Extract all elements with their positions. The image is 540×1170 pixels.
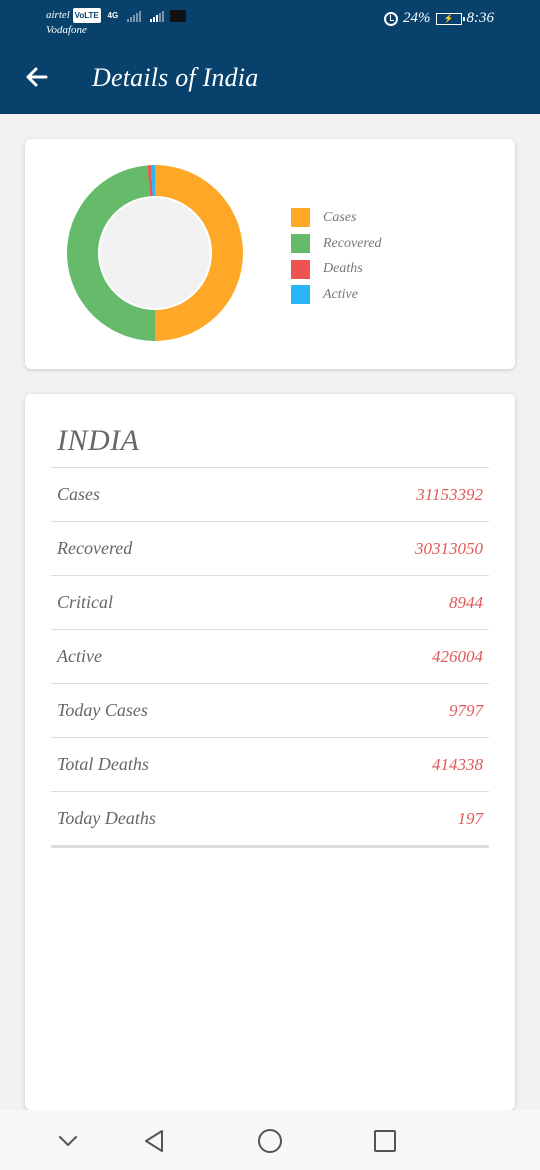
donut-hole <box>100 198 210 308</box>
legend-label: Active <box>323 286 358 302</box>
legend-swatch <box>291 208 310 228</box>
chart-legend: Cases Recovered Deaths Active <box>291 205 382 308</box>
notification-icon <box>170 9 187 22</box>
stat-row-today-deaths: Today Deaths 197 <box>51 792 489 848</box>
legend-label: Deaths <box>323 261 363 277</box>
country-name: INDIA <box>57 424 140 457</box>
status-bar-right: 24% ⚡ 8:36 <box>384 10 494 27</box>
carrier-2: Vodafone <box>46 24 87 37</box>
donut-chart <box>67 165 243 341</box>
stat-row-total-deaths: Total Deaths 414338 <box>51 738 489 792</box>
stat-label: Total Deaths <box>57 754 149 774</box>
legend-swatch <box>291 285 310 305</box>
legend-item-deaths: Deaths <box>291 256 382 282</box>
status-bar-carriers: airtel VoLTE 4G Vodafone <box>46 8 187 38</box>
chart-card: Cases Recovered Deaths Active <box>25 139 515 369</box>
stat-label: Cases <box>57 484 101 504</box>
stat-value: 426004 <box>432 646 483 666</box>
legend-item-cases: Cases <box>291 205 382 231</box>
battery-percent: 24% <box>403 10 431 26</box>
signal-1-icon <box>126 10 141 22</box>
stat-value: 31153392 <box>416 484 483 504</box>
network-type: 4G <box>107 11 119 20</box>
stat-value: 9797 <box>449 700 483 720</box>
app-bar: airtel VoLTE 4G Vodafone 24% ⚡ 8:36 Deta… <box>0 0 540 114</box>
stat-label: Today Deaths <box>57 808 156 828</box>
stat-row-recovered: Recovered 30313050 <box>51 522 489 576</box>
stat-row-today-cases: Today Cases 9797 <box>51 684 489 738</box>
chevron-down-icon[interactable] <box>55 1128 81 1154</box>
stat-row-critical: Critical 8944 <box>51 576 489 630</box>
legend-label: Cases <box>323 209 357 225</box>
stat-value: 414338 <box>432 754 483 774</box>
alarm-icon <box>384 11 398 26</box>
back-triangle-icon[interactable] <box>141 1128 167 1154</box>
battery-icon: ⚡ <box>435 12 465 25</box>
legend-label: Recovered <box>323 235 382 251</box>
stat-row-active: Active 426004 <box>51 630 489 684</box>
stat-label: Critical <box>57 592 114 612</box>
signal-2-icon <box>149 10 164 22</box>
volte-badge: VoLTE <box>72 8 101 23</box>
back-arrow-icon[interactable] <box>22 62 52 92</box>
stat-label: Today Cases <box>57 700 148 720</box>
system-nav-bar <box>0 1110 540 1170</box>
stat-value: 197 <box>457 808 484 828</box>
carrier-1: airtel <box>46 9 70 22</box>
home-circle-icon[interactable] <box>257 1128 283 1154</box>
legend-item-recovered: Recovered <box>291 231 382 257</box>
legend-swatch <box>291 259 310 279</box>
stat-value: 30313050 <box>415 538 483 558</box>
stats-list: Cases 31153392 Recovered 30313050 Critic… <box>51 467 489 848</box>
clock: 8:36 <box>466 10 495 26</box>
stats-card: INDIA Cases 31153392 Recovered 30313050 … <box>25 394 515 1110</box>
recents-square-icon[interactable] <box>372 1128 398 1154</box>
stat-label: Recovered <box>57 538 133 558</box>
stat-label: Active <box>57 646 102 666</box>
legend-swatch <box>291 234 310 254</box>
page-title: Details of India <box>92 63 259 92</box>
stat-row-cases: Cases 31153392 <box>51 468 489 522</box>
stat-value: 8944 <box>449 592 483 612</box>
legend-item-active: Active <box>291 282 382 308</box>
